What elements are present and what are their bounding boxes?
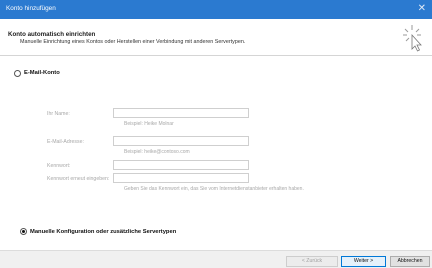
close-icon[interactable]: ✕ — [418, 3, 426, 15]
email-label: E-Mail-Adresse: — [47, 139, 84, 145]
password-confirm-label: Kennwort erneut eingeben: — [47, 176, 110, 182]
password-confirm-input[interactable] — [113, 173, 249, 183]
manual-config-label[interactable]: Manuelle Konfiguration oder zusätzliche … — [30, 229, 176, 235]
manual-config-radio[interactable] — [20, 228, 27, 235]
header-title: Konto automatisch einrichten — [8, 31, 96, 38]
cancel-button[interactable]: Abbrechen — [390, 256, 430, 267]
header-subtitle: Manuelle Einrichtung eines Kontos oder H… — [20, 39, 246, 45]
email-account-label[interactable]: E-Mail-Konto — [24, 70, 60, 76]
email-input[interactable] — [113, 136, 249, 146]
back-button[interactable]: < Zurück — [286, 256, 338, 267]
password-hint: Geben Sie das Kennwort ein, das Sie vom … — [124, 186, 304, 192]
email-account-radio[interactable] — [14, 70, 21, 77]
title-bar: Konto hinzufügen ✕ — [0, 0, 432, 19]
email-hint: Beispiel: heike@contoso.com — [124, 149, 190, 155]
password-input[interactable] — [113, 160, 249, 170]
window-title: Konto hinzufügen — [6, 5, 56, 12]
name-hint: Beispiel: Heike Molnar — [124, 121, 174, 127]
next-button[interactable]: Weiter > — [341, 256, 386, 267]
name-input[interactable] — [113, 108, 249, 118]
name-label: Ihr Name: — [47, 111, 70, 117]
button-bar: < Zurück Weiter > Abbrechen — [0, 250, 432, 268]
password-label: Kennwort: — [47, 163, 71, 169]
wizard-header: Konto automatisch einrichten Manuelle Ei… — [0, 19, 432, 56]
wizard-cursor-icon — [403, 25, 422, 52]
